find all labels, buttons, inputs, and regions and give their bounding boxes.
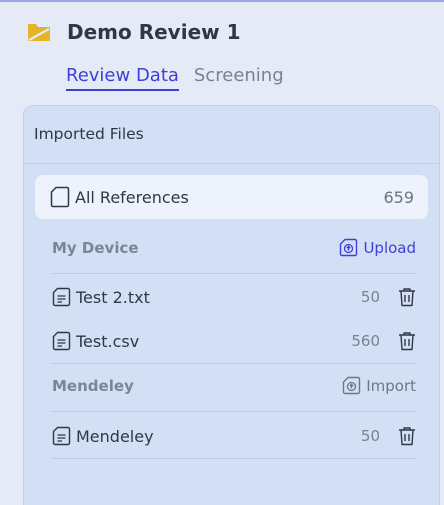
all-references-count: 659	[383, 187, 414, 207]
file-count: 50	[360, 288, 380, 306]
delete-button[interactable]	[398, 331, 416, 351]
file-name: Mendeley	[76, 426, 154, 446]
section-name: My Device	[52, 238, 139, 257]
upload-button[interactable]: Upload	[339, 238, 416, 257]
tab-review-data[interactable]: Review Data	[66, 65, 179, 91]
upload-icon	[340, 238, 358, 257]
import-button[interactable]: Import	[342, 376, 416, 395]
file-row[interactable]: Test 2.txt 50	[52, 279, 416, 315]
delete-button[interactable]	[398, 287, 416, 307]
review-title: Demo Review 1	[67, 20, 241, 44]
tab-bar: Review Data Screening	[66, 65, 299, 91]
divider	[52, 458, 416, 459]
trash-icon	[399, 332, 415, 351]
section-mendeley: Mendeley Import	[52, 376, 416, 395]
trash-icon	[399, 288, 415, 307]
file-text-icon	[52, 287, 71, 307]
divider	[52, 411, 416, 412]
file-row[interactable]: Mendeley 50	[52, 418, 416, 454]
import-label: Import	[366, 376, 416, 395]
upload-label: Upload	[363, 238, 416, 257]
section-name: Mendeley	[52, 376, 134, 395]
file-name: Test.csv	[76, 331, 140, 351]
divider	[52, 273, 416, 274]
file-count: 50	[360, 427, 380, 445]
import-icon	[343, 376, 361, 395]
all-references-label: All References	[75, 187, 189, 207]
trash-icon	[399, 427, 415, 446]
divider	[52, 363, 416, 364]
file-row[interactable]: Test.csv 560	[52, 323, 416, 359]
imported-files-panel: Imported Files All References 659 My Dev…	[23, 105, 440, 505]
file-text-icon	[52, 331, 71, 351]
panel-title: Imported Files	[24, 106, 439, 164]
file-icon	[50, 186, 70, 208]
all-references-item[interactable]: All References 659	[35, 175, 428, 219]
delete-button[interactable]	[398, 426, 416, 446]
tab-screening[interactable]: Screening	[194, 65, 284, 91]
file-name: Test 2.txt	[76, 287, 150, 307]
file-count: 560	[351, 332, 380, 350]
file-text-icon	[52, 426, 71, 446]
folder-icon	[28, 24, 50, 41]
review-header: Demo Review 1	[27, 20, 241, 44]
section-my-device: My Device Upload	[52, 238, 416, 257]
